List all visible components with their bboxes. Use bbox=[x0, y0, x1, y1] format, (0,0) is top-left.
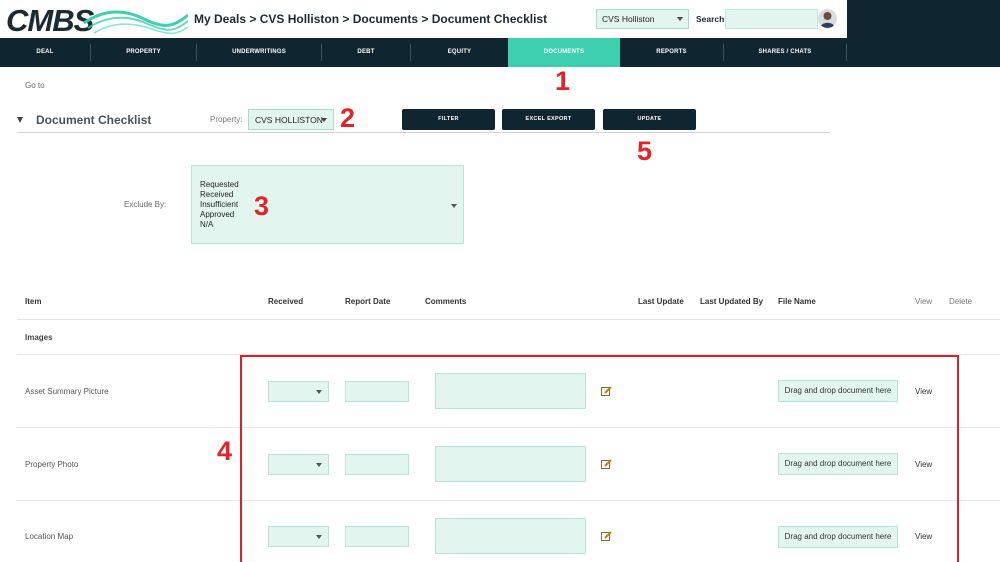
deal-select-value: CVS Holliston bbox=[602, 14, 655, 24]
row-divider bbox=[17, 319, 1000, 320]
callout-number: 3 bbox=[254, 191, 270, 221]
logo-text: CMBS bbox=[6, 3, 95, 37]
deal-select[interactable]: CVS Holliston bbox=[596, 9, 689, 29]
page-title: Document Checklist bbox=[36, 113, 152, 127]
chevron-down-icon bbox=[321, 118, 327, 122]
column-header-last-updated-by: Last Updated By bbox=[700, 297, 764, 306]
filter-button[interactable]: FILTER bbox=[402, 109, 495, 130]
nav-deal[interactable]: DEAL bbox=[0, 38, 90, 67]
callout-number: 1 bbox=[555, 66, 571, 96]
column-header-view: View bbox=[915, 297, 933, 306]
user-avatar-icon bbox=[820, 12, 835, 28]
excel-export-button[interactable]: EXCEL EXPORT bbox=[502, 109, 595, 130]
table-row-label: Property Photo bbox=[25, 460, 79, 469]
search-label: Search bbox=[696, 14, 725, 24]
callout-number: 5 bbox=[637, 136, 653, 166]
nav-underwritings[interactable]: UNDERWRITINGS bbox=[197, 38, 321, 67]
exclude-option[interactable]: Insufficient bbox=[200, 200, 463, 210]
main-nav: DEAL PROPERTY UNDERWRITINGS DEBT EQUITY … bbox=[0, 38, 1000, 67]
chevron-down-icon bbox=[677, 17, 683, 21]
callout-number: 4 bbox=[217, 436, 233, 466]
column-header-comments: Comments bbox=[425, 297, 467, 306]
nav-debt[interactable]: DEBT bbox=[322, 38, 410, 67]
cmbs-logo[interactable]: CMBS bbox=[4, 3, 188, 37]
update-button[interactable]: UPDATE bbox=[603, 109, 696, 130]
table-row-label: Location Map bbox=[25, 532, 74, 541]
column-header-file-name: File Name bbox=[778, 297, 816, 306]
property-select[interactable]: CVS HOLLISTON bbox=[248, 109, 334, 130]
property-label: Property: bbox=[210, 115, 243, 124]
nav-shares-chats[interactable]: SHARES / CHATS bbox=[724, 38, 846, 67]
nav-reports[interactable]: REPORTS bbox=[620, 38, 723, 67]
callout-highlight-box bbox=[240, 355, 959, 562]
user-avatar[interactable] bbox=[818, 9, 837, 28]
exclude-option[interactable]: Approved bbox=[200, 210, 463, 220]
nav-equity[interactable]: EQUITY bbox=[411, 38, 508, 67]
exclude-label: Exclude By: bbox=[124, 200, 167, 209]
property-select-value: CVS HOLLISTON bbox=[255, 115, 323, 125]
exclude-option[interactable]: Requested bbox=[200, 180, 463, 190]
exclude-multiselect[interactable]: Requested Received Insufficient Approved… bbox=[191, 165, 464, 244]
table-row-label: Asset Summary Picture bbox=[25, 387, 109, 396]
nav-property[interactable]: PROPERTY bbox=[91, 38, 196, 67]
chevron-down-icon bbox=[451, 204, 457, 208]
nav-divider bbox=[846, 44, 847, 61]
search-input[interactable] bbox=[725, 9, 818, 29]
exclude-option[interactable]: N/A bbox=[200, 220, 463, 230]
goto-link[interactable]: Go to bbox=[25, 81, 45, 90]
column-header-delete: Delete bbox=[949, 297, 973, 306]
top-header: CMBS My Deals > CVS Holliston > Document… bbox=[0, 0, 847, 38]
collapse-triangle-icon[interactable] bbox=[17, 117, 23, 123]
callout-number: 2 bbox=[340, 103, 356, 133]
breadcrumb: My Deals > CVS Holliston > Documents > D… bbox=[194, 12, 548, 26]
column-header-last-update: Last Update bbox=[638, 297, 684, 306]
header-dark-panel bbox=[847, 0, 1000, 38]
group-row-images: Images bbox=[25, 333, 53, 342]
column-header-report-date: Report Date bbox=[345, 297, 391, 306]
exclude-option[interactable]: Received bbox=[200, 190, 463, 200]
column-header-item: Item bbox=[25, 297, 42, 306]
nav-documents[interactable]: DOCUMENTS bbox=[508, 38, 620, 67]
section-divider bbox=[17, 132, 830, 133]
column-header-received: Received bbox=[268, 297, 304, 306]
